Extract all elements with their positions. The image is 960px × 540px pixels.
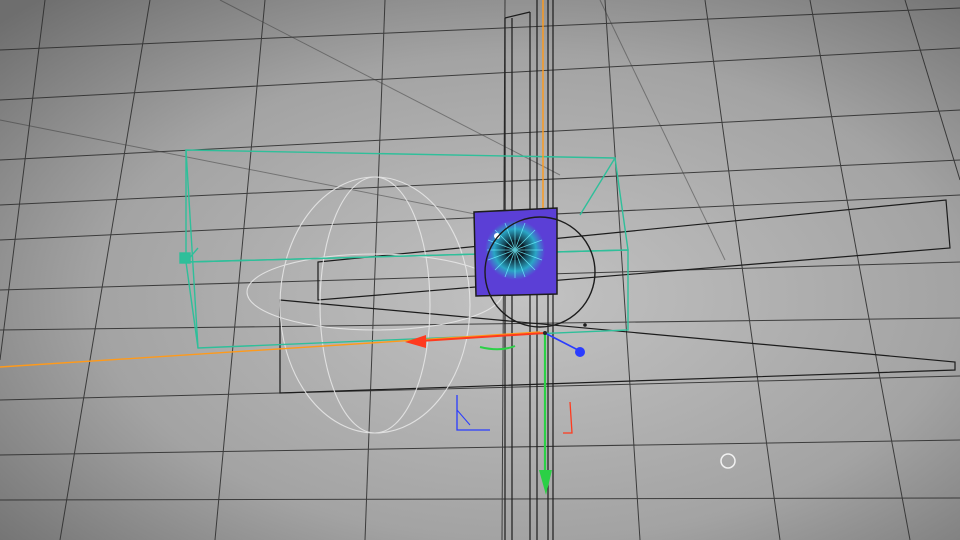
y-handle[interactable]	[575, 347, 585, 357]
iris-fibers	[487, 222, 543, 278]
viewport-3d[interactable]	[0, 0, 960, 540]
viewport-canvas[interactable]	[0, 0, 960, 540]
